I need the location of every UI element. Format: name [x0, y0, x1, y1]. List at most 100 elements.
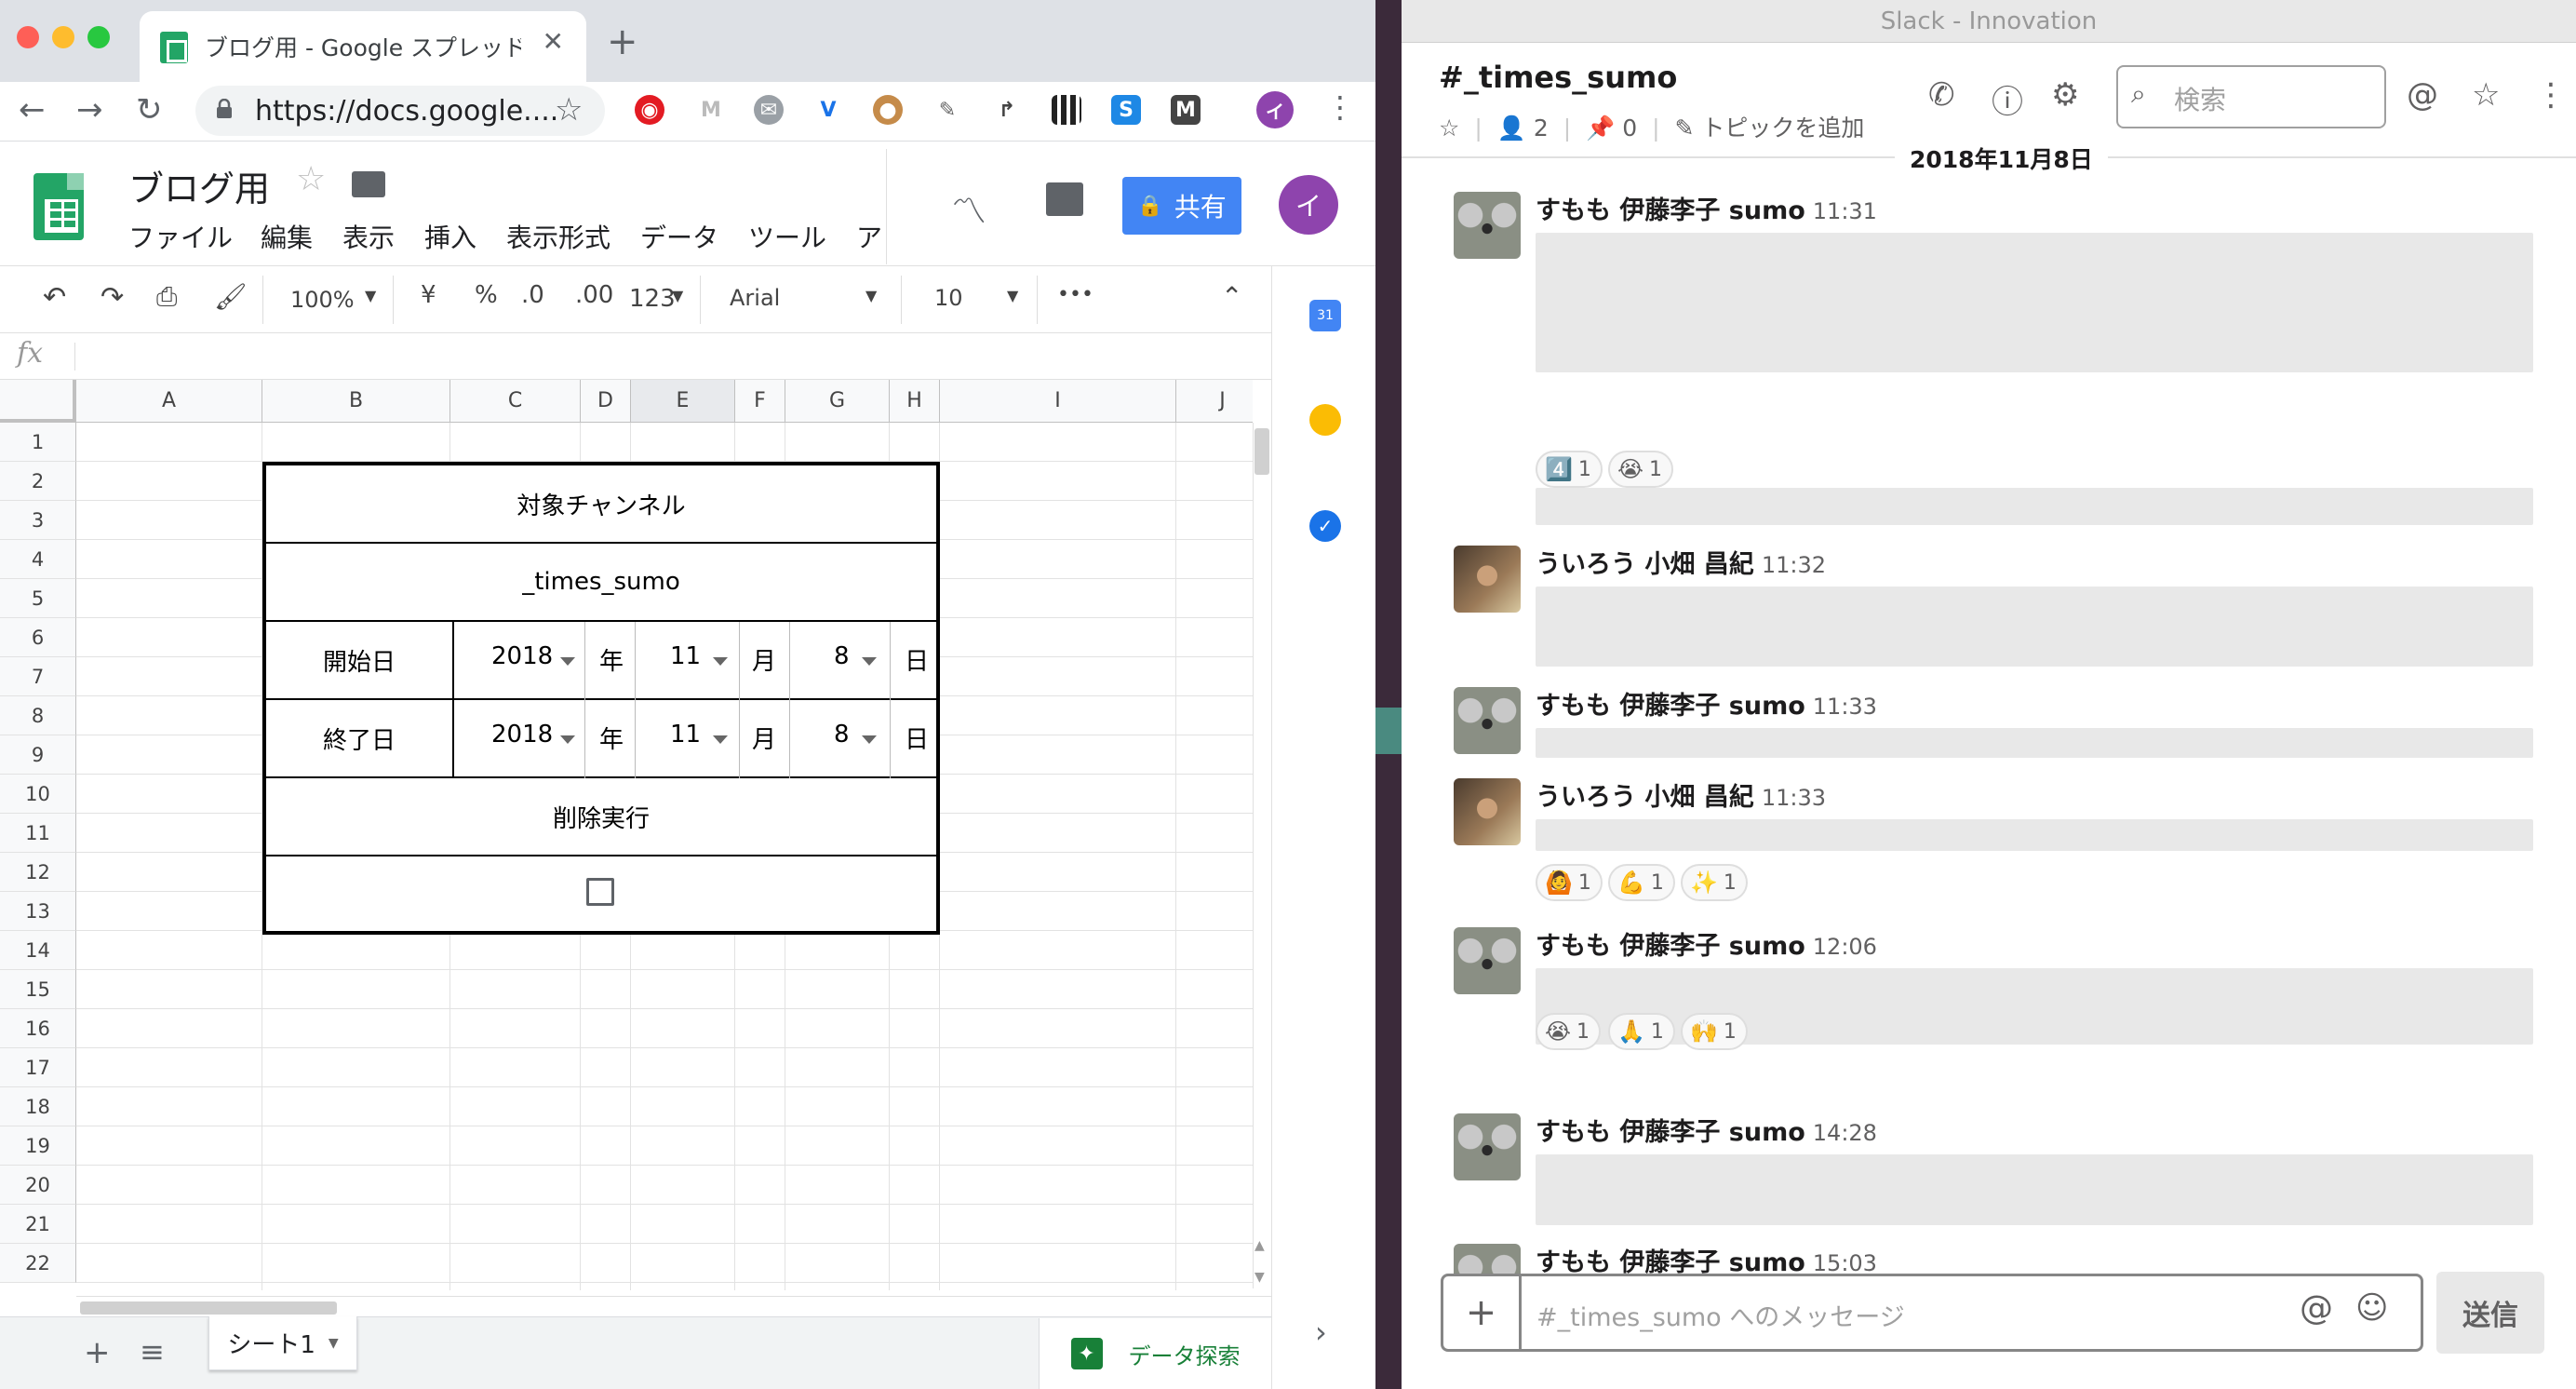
extension-red-icon[interactable]: ◉	[635, 95, 664, 125]
info-icon[interactable]: ⓘ	[1992, 76, 2023, 122]
keep-icon[interactable]	[1309, 404, 1341, 436]
start-year-dropdown-icon[interactable]	[560, 657, 575, 666]
row-header-19[interactable]: 19	[0, 1126, 76, 1166]
collapse-toolbar-icon[interactable]: ⌃	[1221, 281, 1242, 312]
extension-qr-icon[interactable]	[1052, 95, 1081, 125]
row-header-8[interactable]: 8	[0, 696, 76, 735]
calendar-icon[interactable]: 31	[1309, 300, 1341, 331]
row-header-3[interactable]: 3	[0, 501, 76, 540]
delete-checkbox[interactable]	[586, 878, 614, 906]
bookmark-star-icon[interactable]: ☆	[555, 91, 583, 128]
add-topic-link[interactable]: トピックを追加	[1701, 115, 1864, 142]
percent-button[interactable]: %	[475, 281, 498, 309]
extension-s-icon[interactable]: S	[1111, 95, 1141, 125]
currency-button[interactable]: ¥	[421, 281, 436, 309]
row-header-13[interactable]: 13	[0, 892, 76, 931]
browser-tab[interactable]: ブログ用 - Google スプレッドシー ✕	[140, 11, 586, 82]
star-doc-icon[interactable]: ☆	[296, 160, 326, 198]
row-header-21[interactable]: 21	[0, 1205, 76, 1244]
add-sheet-icon[interactable]: +	[84, 1334, 111, 1371]
user-name[interactable]: すもも 伊藤李子 sumo	[1536, 932, 1805, 961]
message-composer[interactable]: + #_times_sumo へのメッセージ @ ☺	[1441, 1274, 2423, 1352]
vertical-scrollbar[interactable]	[1253, 423, 1271, 1288]
reaction-button[interactable]: ✨ 1	[1681, 864, 1748, 901]
extension-notebook-icon[interactable]: ✎	[932, 95, 962, 125]
mentions-icon[interactable]: @	[2407, 76, 2438, 114]
menu-format[interactable]: 表示形式	[506, 218, 610, 255]
expand-panel-icon[interactable]: ›	[1315, 1315, 1327, 1350]
emoji-icon[interactable]: ☺	[2355, 1289, 2388, 1327]
send-button[interactable]: 送信	[2436, 1272, 2544, 1354]
row-header-7[interactable]: 7	[0, 657, 76, 696]
formula-bar[interactable]: fx	[0, 333, 1271, 380]
menu-data[interactable]: データ	[640, 218, 718, 255]
back-icon[interactable]: ←	[19, 91, 46, 128]
end-year-dropdown-icon[interactable]	[560, 735, 575, 744]
explore-button[interactable]: ✦ データ探索	[1039, 1318, 1271, 1389]
message-time[interactable]: 12:06	[1813, 934, 1877, 960]
message-time[interactable]: 11:33	[1762, 785, 1826, 811]
start-year-select[interactable]: 2018	[491, 642, 553, 670]
reaction-button[interactable]: 🙏 1	[1608, 1013, 1675, 1050]
row-header-17[interactable]: 17	[0, 1048, 76, 1087]
user-name[interactable]: ういろう 小畑 昌紀	[1536, 550, 1754, 579]
row-header-2[interactable]: 2	[0, 462, 76, 501]
menu-file[interactable]: ファイル	[128, 218, 233, 255]
search-input[interactable]: ⌕ 検索	[2116, 65, 2386, 128]
end-day-select[interactable]: 8	[834, 721, 850, 748]
row-header-5[interactable]: 5	[0, 579, 76, 618]
end-month-select[interactable]: 11	[670, 721, 701, 748]
font-size-select[interactable]: 10	[934, 285, 963, 311]
extension-m-icon[interactable]: M	[1171, 95, 1201, 125]
message-time[interactable]: 15:03	[1813, 1250, 1877, 1276]
column-header-e[interactable]: E	[631, 380, 735, 423]
row-header-16[interactable]: 16	[0, 1009, 76, 1048]
print-icon[interactable]: ⎙	[156, 281, 177, 313]
column-header-h[interactable]: H	[890, 380, 940, 423]
end-month-dropdown-icon[interactable]	[713, 735, 728, 744]
increase-decimal-button[interactable]: .00	[575, 281, 613, 309]
share-button[interactable]: 🔒 共有	[1122, 177, 1241, 235]
reaction-button[interactable]: 4️⃣ 1	[1536, 451, 1603, 488]
format-dropdown-icon[interactable]: ▼	[672, 287, 683, 304]
extension-mail-icon[interactable]: M	[696, 95, 726, 125]
menu-view[interactable]: 表示	[342, 218, 395, 255]
row-header-6[interactable]: 6	[0, 618, 76, 657]
tasks-icon[interactable]: ✓	[1309, 510, 1341, 542]
column-header-d[interactable]: D	[581, 380, 631, 423]
comment-icon[interactable]	[1046, 182, 1083, 216]
font-size-dropdown-icon[interactable]: ▼	[1007, 287, 1018, 304]
column-header-j[interactable]: J	[1176, 380, 1253, 423]
vertical-scroll-thumb[interactable]	[1254, 428, 1269, 475]
close-window-button[interactable]	[17, 26, 39, 48]
add-attachment-button[interactable]: +	[1443, 1276, 1522, 1349]
user-avatar[interactable]	[1454, 778, 1521, 845]
row-header-18[interactable]: 18	[0, 1087, 76, 1126]
reaction-button[interactable]: 😭 1	[1536, 1013, 1602, 1050]
pin-count[interactable]: 0	[1622, 115, 1637, 142]
column-header-f[interactable]: F	[735, 380, 785, 423]
members-icon[interactable]: 👤	[1497, 115, 1526, 142]
menu-insert[interactable]: 挿入	[424, 218, 476, 255]
menu-addons[interactable]: ア	[856, 218, 882, 255]
message-time[interactable]: 14:28	[1813, 1120, 1877, 1146]
message-time[interactable]: 11:33	[1813, 694, 1877, 720]
extension-envelope-icon[interactable]: ✉	[754, 95, 784, 125]
column-header-i[interactable]: I	[940, 380, 1176, 423]
reload-icon[interactable]: ↻	[136, 91, 163, 128]
start-day-select[interactable]: 8	[834, 642, 850, 670]
row-header-11[interactable]: 11	[0, 814, 76, 853]
user-name[interactable]: すもも 伊藤李子 sumo	[1536, 1118, 1805, 1147]
user-name[interactable]: すもも 伊藤李子 sumo	[1536, 692, 1805, 721]
forward-icon[interactable]: →	[76, 91, 103, 128]
user-name[interactable]: すもも 伊藤李子 sumo	[1536, 196, 1805, 225]
minimize-window-button[interactable]	[52, 26, 74, 48]
reaction-button[interactable]: 🙌 1	[1681, 1013, 1748, 1050]
url-bar[interactable]: https://docs.google.... ☆	[195, 86, 605, 136]
scroll-up-icon[interactable]: ▲	[1254, 1238, 1265, 1253]
number-format-button[interactable]: 123	[629, 285, 676, 313]
activity-trend-icon[interactable]: 〽	[951, 182, 986, 234]
row-header-14[interactable]: 14	[0, 931, 76, 970]
message-time[interactable]: 11:32	[1762, 552, 1826, 578]
reaction-button[interactable]: 🙆 1	[1536, 864, 1603, 901]
